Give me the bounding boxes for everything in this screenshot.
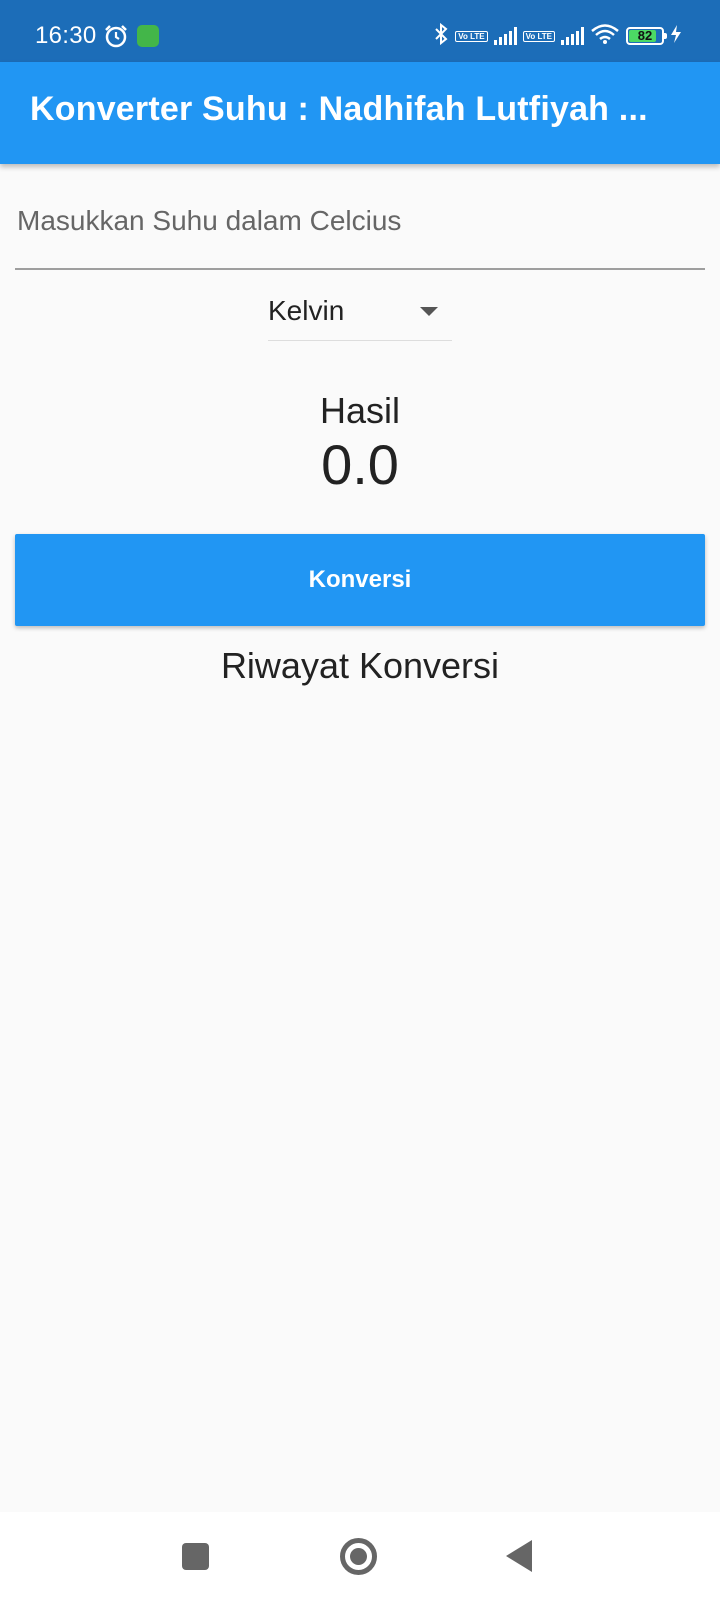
- result-label: Hasil: [319, 390, 400, 431]
- battery-level: 82: [637, 28, 653, 43]
- recent-apps-button[interactable]: [155, 1512, 235, 1600]
- unit-dropdown[interactable]: Kelvin: [268, 285, 452, 341]
- bluetooth-icon: [433, 22, 449, 51]
- unit-dropdown-value: Kelvin: [268, 295, 345, 326]
- volte-icon: Vo LTE: [522, 30, 555, 42]
- status-icons: Vo LTE Vo LTE 82: [433, 22, 682, 51]
- back-icon: [506, 1540, 532, 1572]
- chevron-down-icon: [420, 307, 438, 316]
- home-icon: [340, 1538, 377, 1575]
- volte-icon: Vo LTE: [455, 30, 488, 42]
- signal-icon: [493, 27, 517, 45]
- status-time: 16:30: [35, 22, 97, 49]
- battery-icon: 82: [626, 27, 667, 45]
- navigation-bar: [0, 1512, 720, 1600]
- wifi-icon: [590, 23, 620, 50]
- celsius-input-container: [15, 190, 709, 270]
- convert-button[interactable]: Konversi: [15, 534, 705, 626]
- back-button[interactable]: [480, 1512, 560, 1600]
- charging-icon: [670, 24, 682, 49]
- signal-icon: [561, 27, 584, 45]
- home-button[interactable]: [317, 1512, 397, 1600]
- status-bar: 16:30 Vo LTE Vo LTE 82: [0, 0, 720, 62]
- recent-apps-icon: [182, 1543, 209, 1570]
- app-bar: Konverter Suhu : Nadhifah Lutfiyah ...: [0, 62, 720, 164]
- celsius-input[interactable]: [15, 190, 709, 252]
- result-value: 0.0: [321, 433, 399, 496]
- android-app-icon: [137, 25, 159, 47]
- page-title: Konverter Suhu : Nadhifah Lutfiyah ...: [30, 90, 648, 128]
- alarm-icon: [103, 23, 129, 54]
- history-title: Riwayat Konversi: [220, 645, 500, 686]
